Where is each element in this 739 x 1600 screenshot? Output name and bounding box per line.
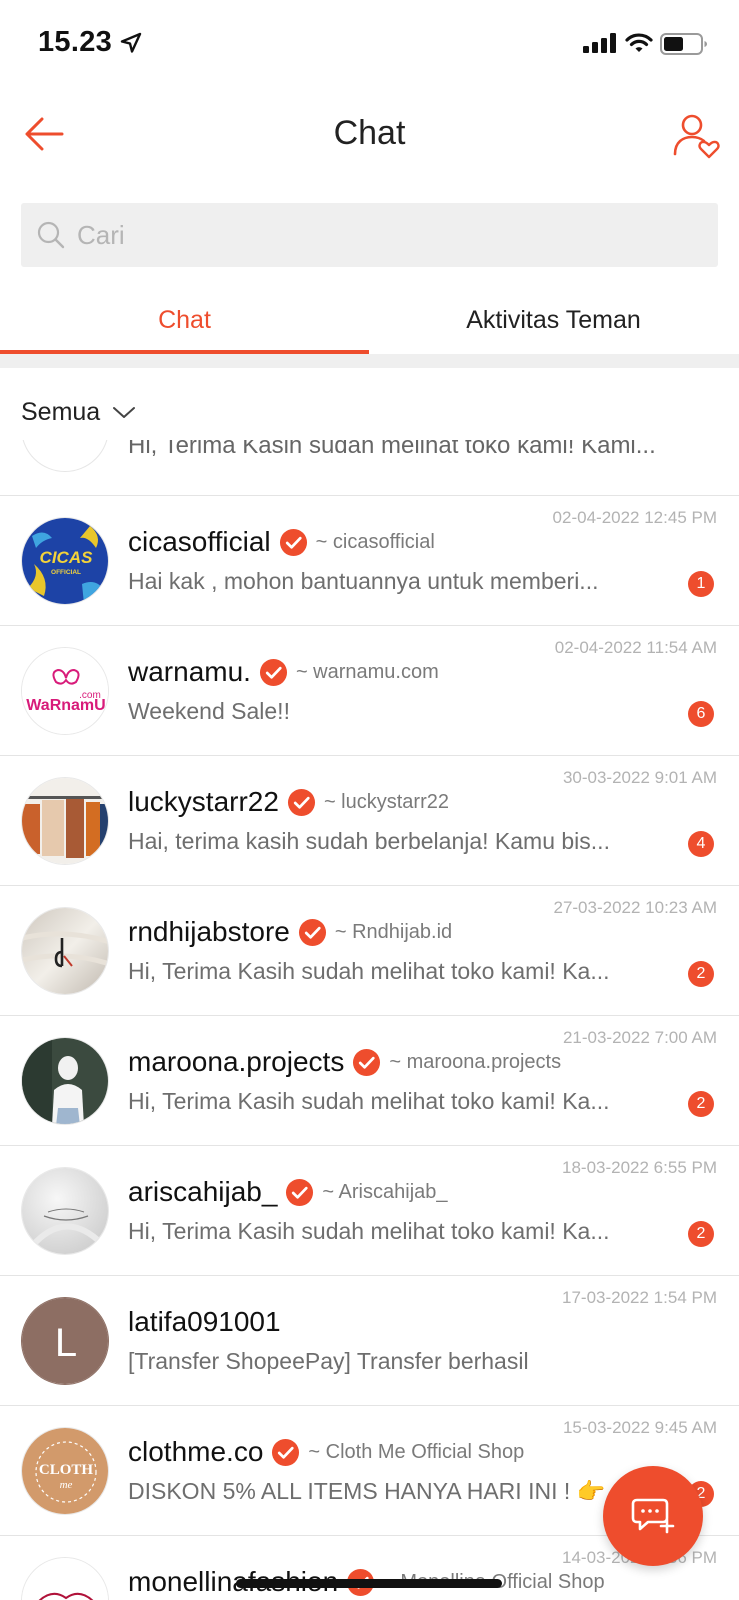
home-indicator: [236, 1579, 502, 1588]
chat-timestamp: 17-03-2022 1:54 PM: [562, 1288, 717, 1307]
unread-badge: 2: [688, 961, 714, 987]
chat-shop-name: cicasofficial: [128, 526, 271, 557]
chat-shop-alias: ~ luckystarr22: [323, 790, 449, 813]
chat-message-preview: Hi, Terima Kasih sudah melihat toko kami…: [128, 1088, 610, 1114]
battery-icon: [660, 33, 708, 60]
location-arrow-icon: [120, 32, 142, 59]
verified-check-icon: [353, 1048, 381, 1076]
avatar: [21, 1167, 109, 1255]
contacts-button[interactable]: [672, 112, 720, 160]
verified-check-icon: [287, 788, 315, 816]
chat-list[interactable]: Hi, Terima Kasih sudah melihat toko kami…: [0, 440, 739, 1600]
chat-timestamp: 15-03-2022 9:45 AM: [562, 1418, 717, 1437]
chat-row-partial[interactable]: Hi, Terima Kasih sudah melihat toko kami…: [0, 440, 739, 496]
chat-shop-name: luckystarr22: [128, 786, 279, 817]
svg-text:CLOTH: CLOTH: [39, 1462, 94, 1478]
page-title: Chat: [333, 114, 406, 152]
chat-shop-alias: ~ cicasofficial: [315, 530, 435, 553]
avatar: [21, 1557, 109, 1600]
svg-text:OFFICIAL: OFFICIAL: [51, 569, 81, 576]
avatar: .com WaRnamU: [21, 647, 109, 735]
chat-message-preview: Hi, Terima Kasih sudah melihat toko kami…: [128, 440, 656, 459]
chat-timestamp: 02-04-2022 12:45 PM: [552, 508, 717, 527]
search-icon: [37, 221, 65, 254]
chat-shop-name: ariscahijab_: [128, 1176, 278, 1207]
filter-label: Semua: [21, 397, 101, 426]
svg-text:me: me: [60, 1479, 73, 1491]
chat-message-preview: Hi, Terima Kasih sudah melihat toko kami…: [128, 958, 610, 984]
chevron-down-icon: [113, 407, 136, 418]
chat-message-preview: Hai, terima kasih sudah berbelanja! Kamu…: [128, 828, 610, 854]
avatar: CICAS OFFICIAL: [21, 517, 109, 605]
chat-shop-alias: ~ Ariscahijab_: [322, 1180, 448, 1203]
status-bar: 15.23: [0, 0, 739, 88]
section-divider: [0, 354, 739, 368]
chat-shop-alias: ~ Rndhijab.id: [334, 920, 453, 943]
tab-aktivitas-teman[interactable]: Aktivitas Teman: [369, 290, 738, 354]
status-time: 15.23: [38, 26, 113, 58]
tab-chat[interactable]: Chat: [0, 290, 369, 354]
svg-text:CICAS: CICAS: [40, 548, 94, 567]
avatar: [21, 777, 109, 865]
avatar: CLOTH me: [21, 1427, 109, 1515]
unread-badge: 4: [688, 831, 714, 857]
chat-row-maroona-projects[interactable]: 21-03-2022 7:00 AM maroona.projects ~ ma…: [0, 1016, 739, 1146]
chat-shop-alias: ~ warnamu.com: [295, 660, 439, 683]
chat-message-preview: Weekend Sale!!: [128, 698, 290, 724]
new-chat-icon: [631, 1498, 675, 1534]
search-box[interactable]: [21, 203, 718, 267]
verified-check-icon: [286, 1178, 314, 1206]
chat-timestamp: 02-04-2022 11:54 AM: [554, 638, 717, 657]
unread-badge: 2: [688, 1221, 714, 1247]
avatar: L: [21, 1297, 109, 1385]
chat-user-name: latifa091001: [128, 1306, 281, 1337]
unread-badge: 2: [688, 1091, 714, 1117]
verified-check-icon: [279, 528, 307, 556]
chat-shop-name: clothme.co: [128, 1436, 264, 1467]
chat-row-rndhijabstore[interactable]: 27-03-2022 10:23 AM rndhijabstore ~ Rndh…: [0, 886, 739, 1016]
chat-shop-alias: ~ Cloth Me Official Shop: [308, 1440, 525, 1463]
chat-row-latifa091001[interactable]: L 17-03-2022 1:54 PM latifa091001 [Trans…: [0, 1276, 739, 1406]
chat-shop-name: maroona.projects: [128, 1046, 345, 1077]
tab-bar: Chat Aktivitas Teman: [0, 290, 739, 354]
avatar: [21, 907, 109, 995]
chat-timestamp: 30-03-2022 9:01 AM: [562, 768, 717, 787]
verified-check-icon: [259, 658, 287, 686]
chat-timestamp: 18-03-2022 6:55 PM: [562, 1158, 717, 1177]
chat-shop-name: rndhijabstore: [128, 916, 290, 947]
svg-text:WaRnamU: WaRnamU: [26, 697, 105, 714]
chat-message-preview: Hi, Terima Kasih sudah melihat toko kami…: [128, 1218, 610, 1244]
chat-shop-alias: ~ maroona.projects: [389, 1050, 562, 1073]
verified-check-icon: [298, 918, 326, 946]
header: Chat: [0, 100, 739, 170]
chat-row-warnamu[interactable]: .com WaRnamU 02-04-2022 11:54 AM warnamu…: [0, 626, 739, 756]
unread-badge: 6: [688, 701, 714, 727]
chat-message-preview: Hai kak , mohon bantuannya untuk memberi…: [128, 568, 599, 594]
user-heart-icon: [673, 114, 720, 159]
unread-badge: 1: [688, 571, 714, 597]
filter-dropdown[interactable]: Semua: [21, 392, 136, 432]
chat-row-luckystarr22[interactable]: 30-03-2022 9:01 AM luckystarr22 ~ luckys…: [0, 756, 739, 886]
verified-check-icon: [272, 1438, 300, 1466]
svg-text:L: L: [55, 1321, 77, 1365]
avatar: [21, 440, 109, 472]
chat-shop-name: warnamu.: [128, 656, 251, 687]
new-chat-button[interactable]: [603, 1466, 703, 1566]
chat-message-preview: DISKON 5% ALL ITEMS HANYA HARI INI ! 👉: [128, 1478, 606, 1504]
chat-timestamp: 27-03-2022 10:23 AM: [553, 898, 717, 917]
chat-row-cicasofficial[interactable]: CICAS OFFICIAL 02-04-2022 12:45 PM cicas…: [0, 496, 739, 626]
cellular-signal-icon: [583, 33, 617, 58]
search-input[interactable]: [77, 211, 697, 259]
wifi-icon: [625, 32, 653, 59]
avatar: [21, 1037, 109, 1125]
chat-row-ariscahijab[interactable]: 18-03-2022 6:55 PM ariscahijab_ ~ Arisca…: [0, 1146, 739, 1276]
chat-message-preview: [Transfer ShopeePay] Transfer berhasil: [128, 1348, 529, 1374]
chat-timestamp: 21-03-2022 7:00 AM: [562, 1028, 717, 1047]
